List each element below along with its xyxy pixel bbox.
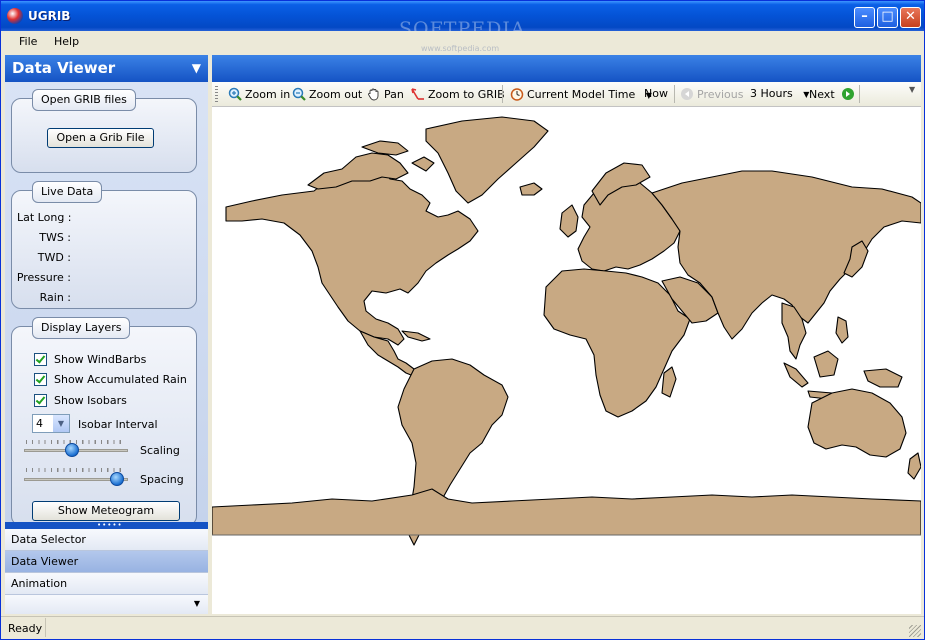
- previous-button[interactable]: Previous: [680, 87, 744, 101]
- panel-menu-icon[interactable]: ▼: [192, 61, 201, 75]
- zoom-to-grib-icon: [411, 88, 424, 100]
- display-layers-group: Display Layers Show WindBarbs Show Accum…: [11, 317, 197, 526]
- spacing-slider-ticks: [26, 468, 126, 472]
- accumulated-rain-label: Show Accumulated Rain: [54, 373, 187, 386]
- isobar-interval-value: 4: [36, 417, 43, 430]
- windbarbs-checkbox[interactable]: [34, 353, 47, 366]
- minimize-icon: –: [861, 9, 868, 24]
- world-map[interactable]: [211, 107, 922, 614]
- open-grib-group-title: Open GRIB files: [32, 89, 136, 111]
- arrow-left-icon: [681, 88, 693, 100]
- nav-footer: ▼: [5, 595, 208, 614]
- resize-grip-icon[interactable]: [909, 625, 921, 637]
- step-label: 3 Hours: [750, 87, 793, 100]
- maximize-button[interactable]: □: [877, 7, 898, 28]
- zoom-out-label: Zoom out: [309, 88, 363, 101]
- map-toolbar: Zoom in Zoom out Pan Zoom to GRIB Curren…: [212, 82, 921, 107]
- zoom-in-label: Zoom in: [245, 88, 291, 101]
- toolbar-grip-icon: [215, 86, 218, 102]
- step-dropdown[interactable]: 3 Hours ▼: [750, 87, 809, 100]
- rain-label: Rain :: [39, 291, 71, 304]
- minimize-button[interactable]: –: [854, 7, 875, 28]
- menu-help[interactable]: Help: [54, 35, 79, 48]
- isobars-checkbox[interactable]: [34, 394, 47, 407]
- nav-label: Data Selector: [11, 533, 86, 546]
- lat-long-label: Lat Long :: [17, 211, 72, 224]
- zoom-to-grib-button[interactable]: Zoom to GRIB: [411, 87, 505, 101]
- time-mode-label: Current Model Time: [527, 88, 636, 101]
- toolbar-separator: [502, 85, 503, 103]
- toolbar-overflow-icon[interactable]: ▼: [909, 85, 919, 103]
- twd-label: TWD :: [37, 251, 71, 264]
- status-text: Ready: [8, 622, 43, 635]
- pan-hand-icon: [368, 88, 379, 101]
- splitter-grip-icon: •••••: [97, 521, 123, 529]
- pane-splitter[interactable]: •••••: [5, 522, 208, 529]
- nav-overflow-icon[interactable]: ▼: [194, 599, 200, 608]
- pressure-label: Pressure :: [16, 271, 71, 284]
- spacing-label: Spacing: [140, 473, 184, 486]
- watermark-url: www.softpedia.com: [421, 44, 500, 53]
- scaling-slider-thumb[interactable]: [64, 443, 79, 457]
- accumulated-rain-checkbox[interactable]: [34, 373, 47, 386]
- app-window: UGRIB SOFTPEDIA – □ ✕ File Help www.soft…: [0, 0, 925, 640]
- panel-header: Data Viewer ▼: [5, 55, 208, 82]
- display-layers-group-title: Display Layers: [32, 317, 131, 339]
- now-button[interactable]: Now: [644, 87, 668, 100]
- live-data-group-title: Live Data: [32, 181, 103, 203]
- left-pane: Open GRIB files Open a Grib File Live Da…: [5, 82, 208, 526]
- title-bar: UGRIB SOFTPEDIA – □ ✕: [1, 1, 924, 40]
- map-header: [212, 55, 921, 82]
- zoom-out-icon: [292, 87, 306, 101]
- menu-file[interactable]: File: [19, 35, 37, 48]
- pan-button[interactable]: Pan: [367, 87, 404, 101]
- pan-label: Pan: [384, 88, 404, 101]
- spacing-slider-thumb[interactable]: [109, 472, 124, 486]
- toolbar-separator: [674, 85, 675, 103]
- open-grib-group: Open GRIB files Open a Grib File: [11, 89, 197, 173]
- zoom-in-button[interactable]: Zoom in: [228, 87, 290, 101]
- close-icon: ✕: [905, 9, 916, 24]
- app-logo-icon: [7, 8, 23, 24]
- maximize-icon: □: [881, 9, 894, 24]
- status-bar: Ready: [1, 616, 924, 639]
- close-button[interactable]: ✕: [900, 7, 921, 28]
- nav-item-data-viewer[interactable]: Data Viewer: [5, 551, 208, 573]
- show-meteogram-button[interactable]: Show Meteogram: [32, 501, 180, 521]
- windbarbs-label: Show WindBarbs: [54, 353, 147, 366]
- isobars-label: Show Isobars: [54, 394, 127, 407]
- nav-label: Data Viewer: [11, 555, 79, 568]
- zoom-out-button[interactable]: Zoom out: [292, 87, 362, 101]
- map-canvas[interactable]: [211, 107, 922, 614]
- nav-item-data-selector[interactable]: Data Selector: [5, 529, 208, 551]
- panel-title: Data Viewer: [12, 59, 116, 77]
- arrow-right-icon: [842, 88, 855, 100]
- chevron-down-icon[interactable]: ▼: [53, 415, 69, 432]
- isobar-interval-label: Isobar Interval: [78, 418, 158, 431]
- scaling-label: Scaling: [140, 444, 180, 457]
- zoom-to-grib-label: Zoom to GRIB: [428, 88, 505, 101]
- live-data-group: Live Data Lat Long : TWS : TWD : Pressur…: [11, 181, 197, 309]
- nav-label: Animation: [11, 577, 68, 590]
- isobar-interval-select[interactable]: 4 ▼: [32, 414, 70, 433]
- zoom-in-icon: [228, 87, 242, 101]
- next-button[interactable]: Next: [809, 87, 858, 101]
- time-mode-dropdown[interactable]: Current Model Time ▼: [510, 87, 652, 101]
- tws-label: TWS :: [39, 231, 71, 244]
- previous-label: Previous: [697, 88, 744, 101]
- window-title: UGRIB: [28, 9, 71, 23]
- clock-icon: [510, 88, 524, 101]
- nav-item-animation[interactable]: Animation: [5, 573, 208, 595]
- open-grib-file-button[interactable]: Open a Grib File: [47, 128, 154, 148]
- toolbar-separator: [859, 85, 860, 103]
- next-label: Next: [809, 88, 835, 101]
